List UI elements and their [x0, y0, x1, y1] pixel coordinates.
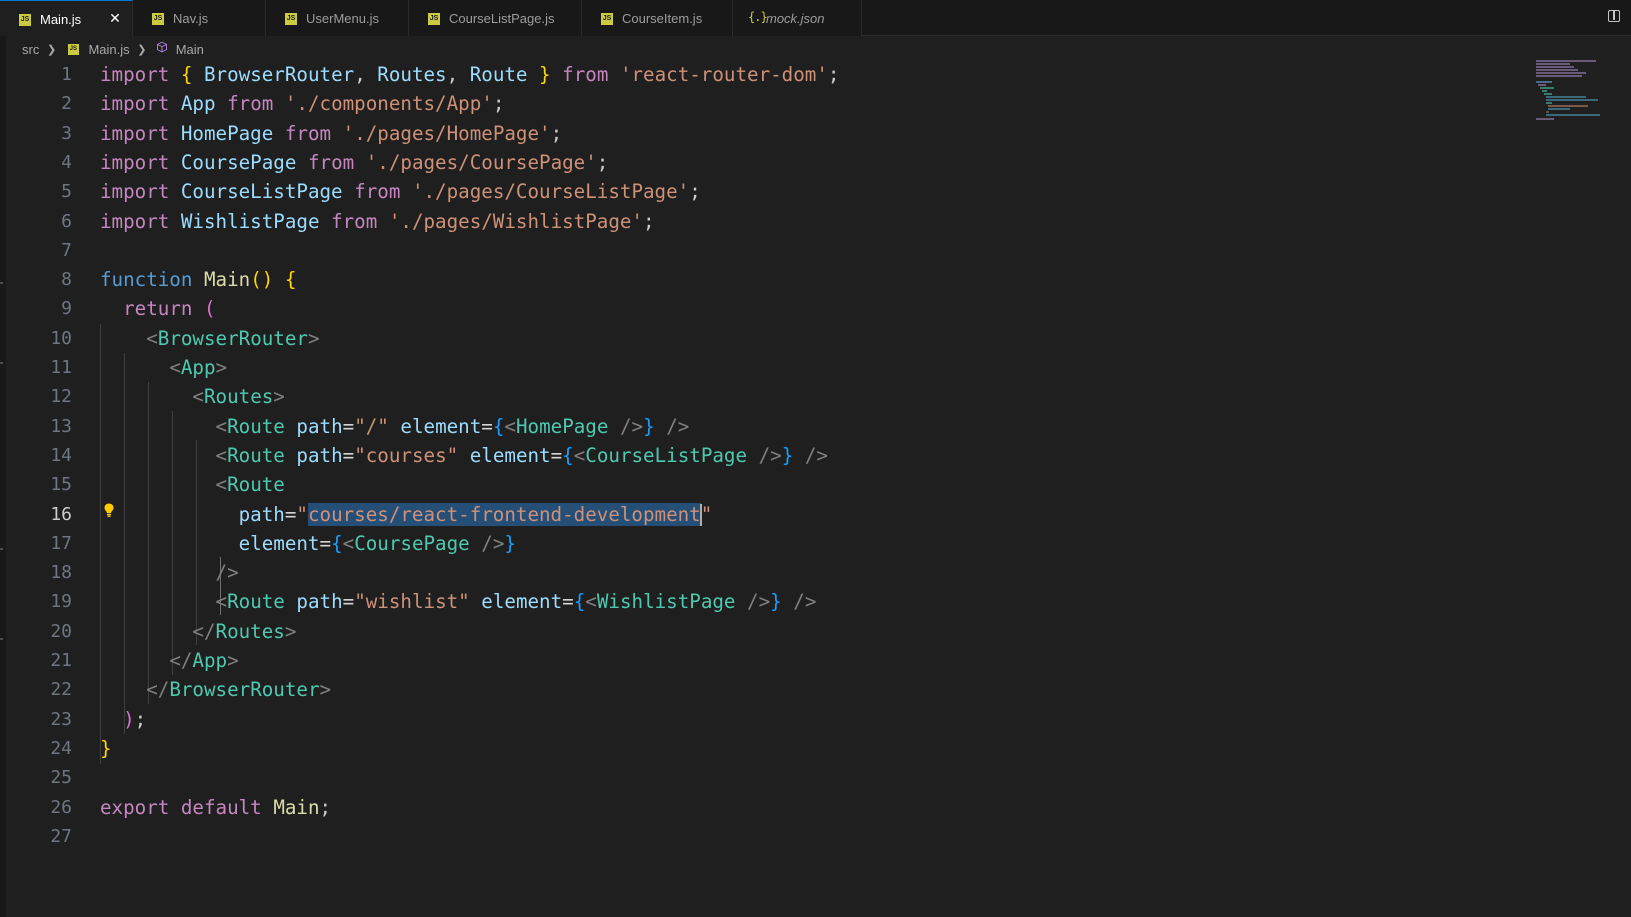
- close-icon[interactable]: ✕: [106, 9, 124, 27]
- code-line: 11 <App>: [50, 356, 228, 379]
- code-line: 9 return (: [61, 297, 216, 321]
- tab-label: mock.json: [766, 11, 825, 26]
- code-line: 2 import App from './components/App';: [61, 92, 505, 116]
- breadcrumb-file[interactable]: Main.js: [88, 42, 129, 57]
- tab-label: Main.js: [40, 12, 82, 27]
- tab-main-js[interactable]: JS Main.js ✕: [0, 0, 133, 37]
- editor-tab-bar: JS Main.js ✕ JS Nav.js JS UserMenu.js JS…: [0, 0, 1631, 37]
- code-line: 12 <Routes>: [50, 385, 285, 409]
- code-line: 5 import CourseListPage from './pages/Cou…: [61, 180, 701, 204]
- code-line: 1 import { BrowserRouter, Routes, Route }…: [61, 63, 840, 86]
- code-line: 26 export default Main;: [50, 795, 332, 819]
- code-line: 14 <Route path="courses" element={<Cours…: [50, 443, 828, 467]
- code-line: 3 import HomePage from './pages/HomePage'…: [61, 121, 563, 145]
- js-file-icon: JS: [19, 14, 31, 26]
- code-line: 6 import WishlistPage from './pages/Wishl…: [61, 209, 655, 233]
- chevron-right-icon: ❯: [46, 44, 57, 57]
- code-line: 25: [50, 767, 72, 789]
- breadcrumb-folder[interactable]: src: [22, 42, 39, 57]
- tab-label: CourseListPage.js: [449, 11, 555, 26]
- split-editor-icon[interactable]: [1608, 10, 1620, 22]
- code-line: 4 import CoursePage from './pages/CourseP…: [61, 150, 609, 174]
- js-file-icon: JS: [67, 44, 79, 56]
- lightbulb-icon[interactable]: [101, 502, 117, 518]
- symbol-method-icon: [157, 41, 168, 53]
- js-file-icon: JS: [601, 13, 613, 25]
- chevron-right-icon: ❯: [137, 44, 147, 57]
- tab-mock-json[interactable]: {.} mock.json: [733, 0, 862, 36]
- json-file-icon: {.}: [748, 10, 768, 24]
- vscode-editor-window: JS Main.js ✕ JS Nav.js JS UserMenu.js JS…: [0, 0, 1631, 917]
- code-line: 21 </App>: [50, 649, 239, 672]
- js-file-icon: JS: [285, 13, 297, 25]
- code-line: 27: [50, 825, 72, 847]
- js-file-icon: JS: [152, 13, 164, 25]
- code-line: 20 </Routes>: [50, 619, 297, 643]
- code-line: 18 />: [50, 561, 239, 585]
- tab-courselistpage-js[interactable]: JS CourseListPage.js: [409, 0, 582, 36]
- breadcrumb-symbol[interactable]: Main: [176, 42, 204, 57]
- breadcrumb: src ❯ JS Main.js ❯ Main: [22, 41, 204, 59]
- code-line: 10 <BrowserRouter>: [50, 326, 320, 350]
- code-line: 22 </BrowserRouter>: [50, 678, 332, 702]
- tab-label: UserMenu.js: [306, 11, 379, 26]
- vertical-scrollbar[interactable]: [1617, 36, 1631, 917]
- tab-courseitem-js[interactable]: JS CourseItem.js: [582, 0, 733, 36]
- tab-usermenu-js[interactable]: JS UserMenu.js: [266, 0, 409, 36]
- code-line-active: 16 path="courses/react-frontend-developm…: [50, 502, 713, 526]
- code-line: 13 <Route path="/" element={<HomePage />…: [50, 414, 690, 438]
- code-line: 8 function Main() {: [61, 268, 297, 292]
- code-line: 17 element={<CoursePage />}: [50, 531, 516, 555]
- js-file-icon: JS: [428, 13, 440, 25]
- code-line: 24}: [50, 736, 112, 760]
- code-line: 7: [61, 239, 72, 261]
- tab-label: CourseItem.js: [622, 11, 703, 26]
- minimap[interactable]: [1536, 60, 1606, 120]
- code-line: 19 <Route path="wishlist" element={<Wish…: [50, 590, 817, 614]
- code-line: 23 );: [50, 707, 147, 731]
- tab-label: Nav.js: [173, 11, 209, 26]
- code-line: 15 <Route: [50, 473, 285, 497]
- tab-nav-js[interactable]: JS Nav.js: [133, 0, 266, 36]
